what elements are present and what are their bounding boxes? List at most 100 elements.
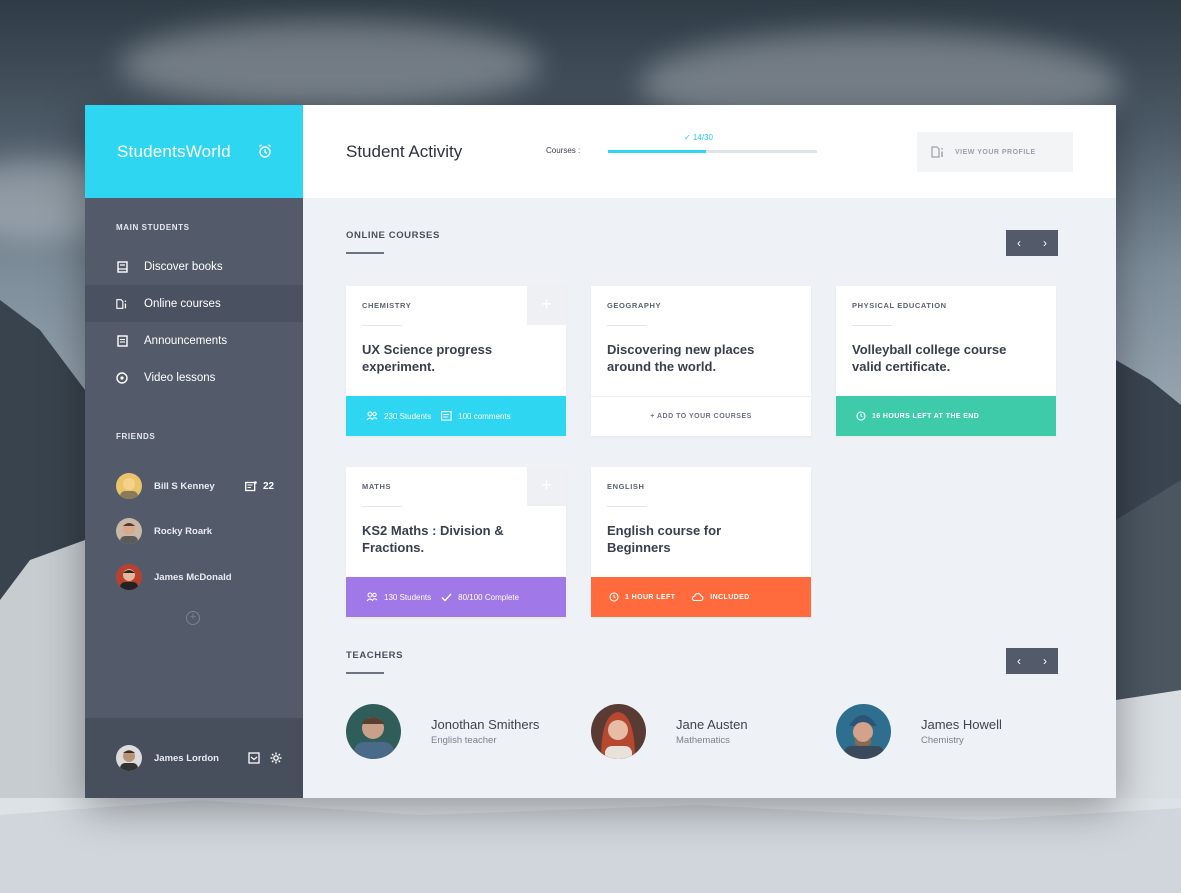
friend-item[interactable]: Rocky Roark xyxy=(116,518,212,544)
courses-progress-label: Courses : xyxy=(546,146,581,155)
course-card-english[interactable]: ENGLISH English course for Beginners 1 H… xyxy=(591,467,811,617)
next-arrow-icon[interactable]: › xyxy=(1043,654,1047,668)
user-actions xyxy=(248,752,282,764)
teacher-role: Mathematics xyxy=(676,735,730,746)
avatar xyxy=(116,473,142,499)
courses-progress-value: ✓ 14/30 xyxy=(684,133,713,142)
comment-icon xyxy=(441,411,452,421)
avatar xyxy=(116,518,142,544)
teachers-heading: TEACHERS xyxy=(346,650,404,661)
teachers-pager: ‹ › xyxy=(1006,648,1058,674)
divider xyxy=(607,506,647,507)
courses-progress-fill xyxy=(608,150,706,153)
sidebar-item-label: Announcements xyxy=(144,334,228,347)
brand-name: StudentsWorld xyxy=(117,141,231,161)
teacher-name: James Howell xyxy=(921,717,1002,732)
course-title: KS2 Maths : Division & Fractions. xyxy=(362,523,504,555)
divider xyxy=(607,325,647,326)
main-content: Student Activity Courses : ✓ 14/30 VIEW … xyxy=(303,105,1116,798)
course-card-footer: 230 Students 100 comments xyxy=(346,396,566,436)
friend-item[interactable]: James McDonald xyxy=(116,564,232,590)
app-window: StudentsWorld MAIN STUDENTS Discover boo… xyxy=(85,105,1116,798)
course-card-chemistry[interactable]: CHEMISTRY + UX Science progress experime… xyxy=(346,286,566,436)
students-count: 130 Students xyxy=(366,592,431,602)
sidebar-item-announcements[interactable]: Announcements xyxy=(85,322,303,359)
announcement-icon xyxy=(116,334,128,347)
sidebar-item-label: Video lessons xyxy=(144,371,216,384)
add-friend-button[interactable]: + xyxy=(186,611,200,625)
friend-name: James McDonald xyxy=(154,571,232,583)
prev-arrow-icon[interactable]: ‹ xyxy=(1017,236,1021,250)
teacher-info: Jonothan Smithers English teacher xyxy=(431,717,539,746)
course-card-physical-education[interactable]: PHYSICAL EDUCATION Volleyball college co… xyxy=(836,286,1056,436)
course-title: Volleyball college course valid certific… xyxy=(852,342,1007,374)
profile-icon xyxy=(931,146,945,158)
brand-header: StudentsWorld xyxy=(85,105,303,198)
teacher-role: English teacher xyxy=(431,735,497,746)
teacher-name: Jonothan Smithers xyxy=(431,717,540,732)
teacher-info: James Howell Chemistry xyxy=(921,717,1002,746)
page-title: Student Activity xyxy=(346,142,463,161)
online-courses-heading: ONLINE COURSES xyxy=(346,230,440,241)
course-card-geography[interactable]: GEOGRAPHY Discovering new places around … xyxy=(591,286,811,436)
course-card-footer: 16 HOURS LEFT AT THE END xyxy=(836,396,1056,436)
course-title: UX Science progress experiment. xyxy=(362,342,493,374)
time-left: 16 HOURS LEFT AT THE END xyxy=(856,411,979,421)
message-count-badge[interactable]: 22 xyxy=(245,481,274,492)
friends-heading: FRIENDS xyxy=(116,432,156,441)
course-title: Discovering new places around the world. xyxy=(607,342,755,374)
teacher-name: Jane Austen xyxy=(676,717,748,732)
add-to-courses-label: + ADD TO YOUR COURSES xyxy=(650,413,752,420)
course-category: PHYSICAL EDUCATION xyxy=(852,301,947,310)
teacher-info: Jane Austen Mathematics xyxy=(676,717,748,746)
inbox-icon[interactable] xyxy=(248,752,260,764)
friend-name: Rocky Roark xyxy=(154,525,213,537)
alarm-clock-icon[interactable] xyxy=(257,143,273,159)
sidebar-item-online-courses[interactable]: Online courses xyxy=(85,285,303,322)
current-user-name: James Lordon xyxy=(154,752,219,764)
time-left: 1 HOUR LEFT xyxy=(609,592,675,602)
avatar xyxy=(836,704,891,759)
section-underline xyxy=(346,672,384,674)
next-arrow-icon[interactable]: › xyxy=(1043,236,1047,250)
teacher-card[interactable]: Jane Austen Mathematics xyxy=(591,704,748,759)
friend-name: Bill S Kenney xyxy=(154,480,215,492)
add-course-button[interactable]: + xyxy=(527,467,566,506)
check-icon xyxy=(441,593,452,601)
sidebar-item-label: Discover books xyxy=(144,260,223,273)
course-card-maths[interactable]: MATHS + KS2 Maths : Division & Fractions… xyxy=(346,467,566,617)
add-to-courses-button[interactable]: + ADD TO YOUR COURSES xyxy=(591,396,811,436)
prev-arrow-icon[interactable]: ‹ xyxy=(1017,654,1021,668)
cloud-icon xyxy=(692,593,704,602)
course-category: ENGLISH xyxy=(607,482,645,491)
users-icon xyxy=(366,411,378,421)
course-card-footer: 130 Students 80/100 Complete xyxy=(346,577,566,617)
friend-item[interactable]: Bill S Kenney xyxy=(116,473,215,499)
top-bar: Student Activity Courses : ✓ 14/30 VIEW … xyxy=(303,105,1116,198)
course-category: CHEMISTRY xyxy=(362,301,412,310)
sidebar-item-video-lessons[interactable]: Video lessons xyxy=(85,359,303,396)
avatar xyxy=(116,564,142,590)
add-course-button[interactable]: + xyxy=(527,286,566,325)
teacher-card[interactable]: James Howell Chemistry xyxy=(836,704,1002,759)
view-profile-button[interactable]: VIEW YOUR PROFILE xyxy=(917,132,1073,172)
book-icon xyxy=(116,260,128,273)
courses-pager: ‹ › xyxy=(1006,230,1058,256)
students-count: 230 Students xyxy=(366,411,431,421)
clock-icon xyxy=(609,592,619,602)
sidebar-item-discover-books[interactable]: Discover books xyxy=(85,248,303,285)
divider xyxy=(362,325,402,326)
gear-icon[interactable] xyxy=(270,752,282,764)
avatar xyxy=(346,704,401,759)
teacher-card[interactable]: Jonothan Smithers English teacher xyxy=(346,704,539,759)
divider xyxy=(362,506,402,507)
section-underline xyxy=(346,252,384,254)
avatar xyxy=(591,704,646,759)
avatar[interactable] xyxy=(116,745,142,771)
users-icon xyxy=(366,592,378,602)
teacher-role: Chemistry xyxy=(921,735,964,746)
sidebar-item-label: Online courses xyxy=(144,297,221,310)
completion-count: 80/100 Complete xyxy=(441,593,519,602)
comments-count: 100 comments xyxy=(441,411,511,421)
sidebar: StudentsWorld MAIN STUDENTS Discover boo… xyxy=(85,105,303,798)
